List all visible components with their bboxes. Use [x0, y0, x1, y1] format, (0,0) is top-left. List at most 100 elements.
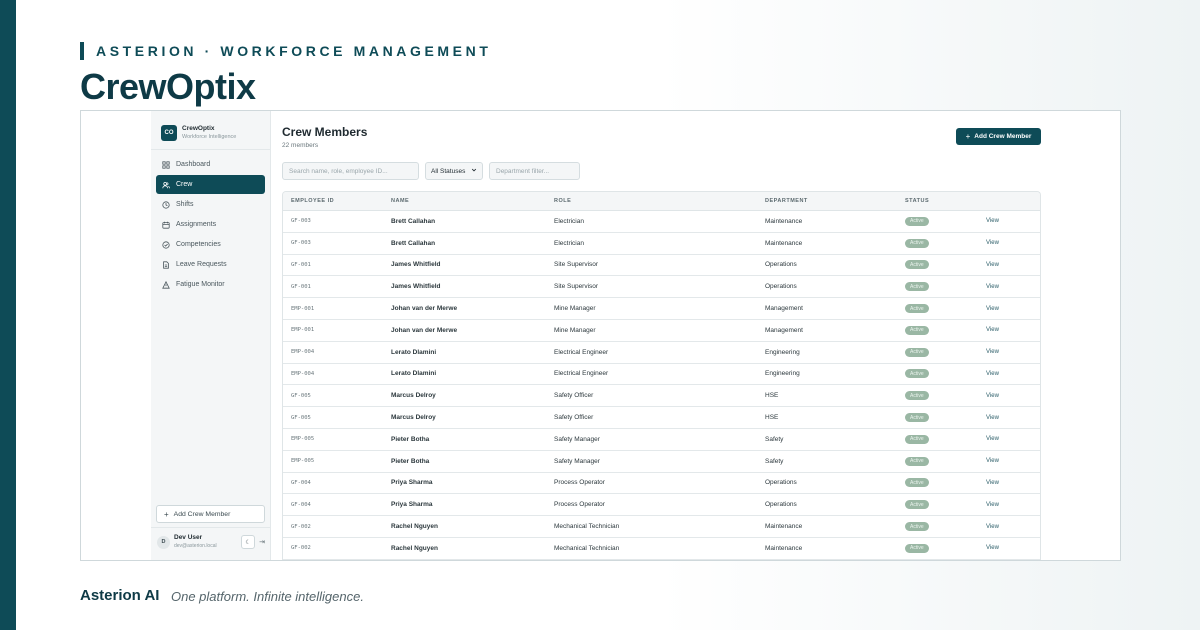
column-header-employee-id: EMPLOYEE ID	[291, 198, 335, 204]
status-badge: Active	[905, 238, 929, 248]
table-row: GF-005 Marcus Delroy Safety Officer HSE Acti…	[283, 407, 1040, 429]
employee-id-cell: GF-003	[291, 218, 311, 225]
slide-title: CrewOptix	[80, 66, 256, 107]
eyebrow: ASTERION · WORKFORCE MANAGEMENT	[80, 42, 491, 60]
sidebar-item-label: Assignments	[176, 221, 217, 228]
view-link[interactable]: View	[986, 240, 1036, 246]
role-cell: Mine Manager	[554, 326, 596, 334]
table-row: GF-002 Rachel Nguyen Mechanical Technician…	[283, 538, 1040, 560]
status-badge: Active	[905, 500, 929, 510]
employee-id-cell: EMP-005	[291, 458, 315, 465]
view-link[interactable]: View	[986, 218, 1036, 224]
role-cell: Site Supervisor	[554, 261, 599, 269]
crew-table: EMPLOYEE ID NAME ROLE DEPARTMENT STATUS …	[282, 191, 1041, 560]
role-cell: Process Operator	[554, 501, 605, 509]
view-link[interactable]: View	[986, 524, 1036, 530]
warning-icon	[162, 280, 170, 289]
logo-icon: CO	[161, 125, 177, 141]
name-cell: Pieter Botha	[391, 457, 430, 465]
sidebar-item-competencies[interactable]: Competencies	[156, 235, 265, 254]
name-cell: Priya Sharma	[391, 479, 433, 487]
view-link[interactable]: View	[986, 436, 1036, 442]
view-link[interactable]: View	[986, 262, 1036, 268]
page-title: Crew Members	[282, 125, 368, 139]
status-filter-value: All Statuses	[431, 167, 466, 175]
sidebar-divider	[151, 149, 270, 150]
role-cell: Safety Officer	[554, 392, 594, 400]
column-header-status: STATUS	[905, 198, 930, 204]
accent-bar	[0, 0, 16, 630]
department-cell: Operations	[765, 283, 797, 291]
clock-icon	[162, 200, 170, 209]
document-icon	[162, 260, 170, 269]
table-row: EMP-005 Pieter Botha Safety Manager Safety A…	[283, 451, 1040, 473]
department-cell: Management	[765, 305, 803, 313]
view-link[interactable]: View	[986, 284, 1036, 290]
status-cell: Active	[905, 522, 986, 532]
view-link[interactable]: View	[986, 415, 1036, 421]
department-cell: Engineering	[765, 348, 800, 356]
add-crew-member-button[interactable]: + Add Crew Member	[956, 128, 1041, 145]
name-cell: Brett Callahan	[391, 217, 436, 225]
role-cell: Site Supervisor	[554, 283, 599, 291]
view-link[interactable]: View	[986, 458, 1036, 464]
status-cell: Active	[905, 456, 986, 466]
view-link[interactable]: View	[986, 371, 1036, 377]
app-tagline: Workforce Intelligence	[182, 133, 237, 140]
view-link[interactable]: View	[986, 349, 1036, 355]
avatar[interactable]: D	[157, 535, 170, 549]
main-content: Crew Members 22 members + Add Crew Membe…	[271, 111, 1051, 560]
sidebar-item-shifts[interactable]: Shifts	[156, 195, 265, 214]
department-cell: Management	[765, 326, 803, 334]
status-badge: Active	[905, 456, 929, 466]
sidebar-item-leave-requests[interactable]: Leave Requests	[156, 255, 265, 274]
employee-id-cell: EMP-004	[291, 349, 315, 356]
department-filter-input[interactable]: Department filter...	[489, 162, 580, 180]
employee-id-cell: GF-002	[291, 523, 311, 530]
users-icon	[162, 181, 170, 189]
user-name: Dev User	[174, 534, 203, 542]
department-cell: Maintenance	[765, 239, 803, 247]
status-badge: Active	[905, 260, 929, 270]
table-row: EMP-005 Pieter Botha Safety Manager Safety A…	[283, 429, 1040, 451]
view-link[interactable]: View	[986, 545, 1036, 551]
sidebar-item-dashboard[interactable]: Dashboard	[156, 155, 265, 174]
sidebar-logo: CO CrewOptix Workforce Intelligence	[151, 111, 270, 145]
view-link[interactable]: View	[986, 480, 1036, 486]
status-badge: Active	[905, 543, 929, 553]
status-cell: Active	[905, 500, 986, 510]
view-link[interactable]: View	[986, 393, 1036, 399]
department-cell: Maintenance	[765, 544, 803, 552]
footer-brand: Asterion AI	[80, 587, 160, 604]
sidebar-item-fatigue-monitor[interactable]: Fatigue Monitor	[156, 275, 265, 294]
sidebar-add-crew-button[interactable]: + Add Crew Member	[156, 505, 265, 523]
name-cell: Lerato Dlamini	[391, 348, 437, 356]
status-filter-select[interactable]: All Statuses	[425, 162, 483, 180]
sidebar-item-crew[interactable]: Crew	[156, 175, 265, 194]
name-cell: Rachel Nguyen	[391, 544, 438, 552]
employee-id-cell: GF-001	[291, 261, 311, 268]
role-cell: Safety Manager	[554, 435, 600, 443]
view-link[interactable]: View	[986, 327, 1036, 333]
sidebar-item-label: Crew	[176, 181, 193, 188]
department-cell: Operations	[765, 479, 797, 487]
sidebar-item-assignments[interactable]: Assignments	[156, 215, 265, 234]
status-cell: Active	[905, 347, 986, 357]
sidebar-item-label: Competencies	[176, 241, 221, 248]
status-cell: Active	[905, 413, 986, 423]
search-input[interactable]: Search name, role, employee ID...	[282, 162, 419, 180]
name-cell: Priya Sharma	[391, 501, 433, 509]
logout-icon[interactable]: ⇥	[259, 538, 265, 546]
status-badge: Active	[905, 391, 929, 401]
status-badge: Active	[905, 216, 929, 226]
theme-toggle-button[interactable]: ☾	[241, 535, 256, 549]
status-cell: Active	[905, 391, 986, 401]
view-link[interactable]: View	[986, 502, 1036, 508]
view-link[interactable]: View	[986, 306, 1036, 312]
role-cell: Process Operator	[554, 479, 605, 487]
table-header: EMPLOYEE ID NAME ROLE DEPARTMENT STATUS	[283, 192, 1040, 211]
user-email: dev@asterion.local	[174, 542, 217, 549]
table-row: GF-004 Priya Sharma Process Operator Operat…	[283, 494, 1040, 517]
status-cell: Active	[905, 260, 986, 270]
employee-id-cell: EMP-005	[291, 436, 315, 443]
